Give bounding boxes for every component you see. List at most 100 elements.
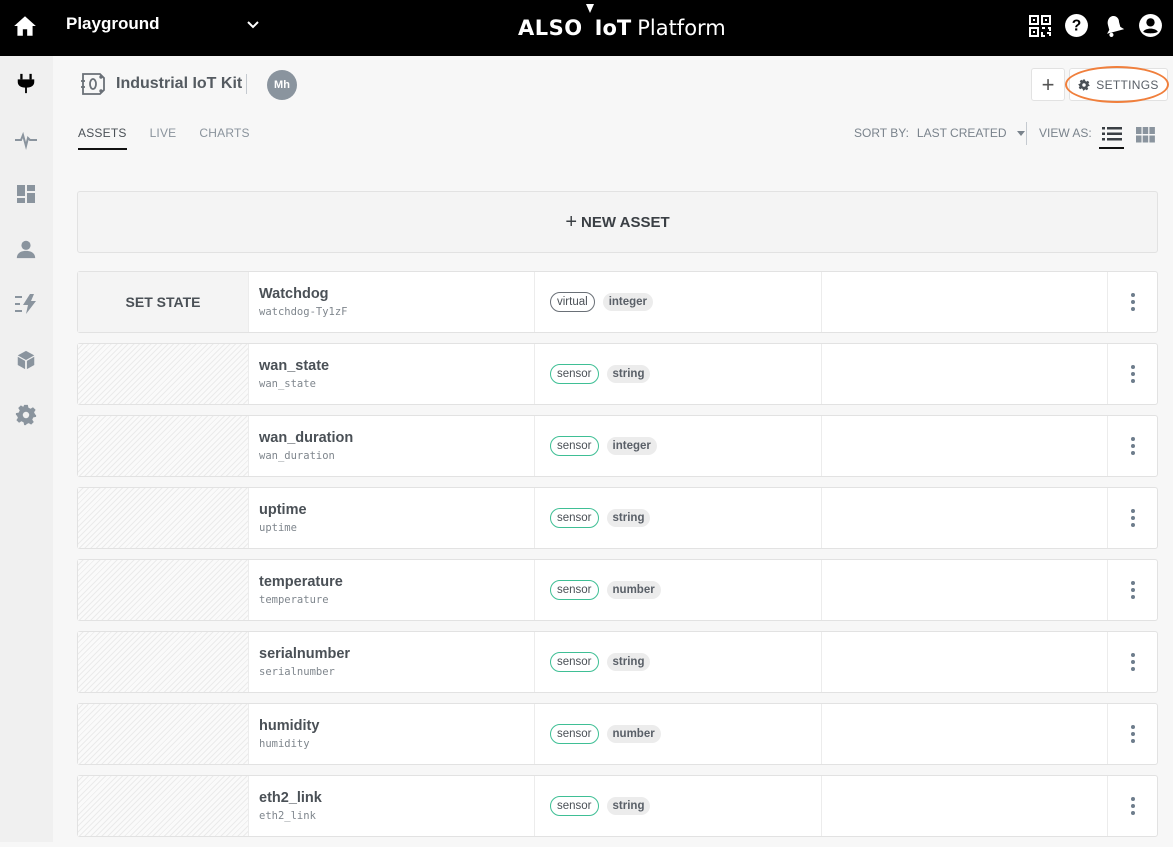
gear-icon xyxy=(15,404,37,426)
sidebar-item-settings[interactable] xyxy=(13,402,39,428)
toolbar-divider xyxy=(1026,122,1027,145)
asset-title: uptime xyxy=(259,502,307,518)
view-as-label: VIEW AS: xyxy=(1039,126,1092,140)
plug-icon xyxy=(17,73,35,94)
asset-name-cell[interactable]: temperature temperature xyxy=(249,560,535,620)
asset-name-cell[interactable]: serialnumber serialnumber xyxy=(249,632,535,692)
help-icon[interactable]: ? xyxy=(1064,13,1089,38)
asset-value-cell xyxy=(822,704,1108,764)
settings-button[interactable]: SETTINGS xyxy=(1069,68,1168,101)
sidebar xyxy=(0,56,53,842)
more-vertical-icon xyxy=(1130,365,1135,383)
tab-live[interactable]: LIVE xyxy=(150,126,177,150)
asset-value-cell xyxy=(822,344,1108,404)
more-vertical-icon xyxy=(1130,653,1135,671)
sidebar-item-users[interactable] xyxy=(13,236,39,262)
settings-label: SETTINGS xyxy=(1096,77,1159,92)
title-divider xyxy=(246,74,247,94)
asset-tags: sensor number xyxy=(535,704,822,764)
project-name[interactable]: Playground xyxy=(66,14,160,34)
device-title: Industrial IoT Kit xyxy=(116,75,243,92)
tab-charts[interactable]: CHARTS xyxy=(199,126,249,150)
asset-row: uptime uptime sensor string xyxy=(77,487,1158,549)
tab-assets[interactable]: ASSETS xyxy=(78,126,127,150)
asset-control-placeholder xyxy=(78,488,249,548)
asset-id: serialnumber xyxy=(259,666,335,678)
asset-name-cell[interactable]: humidity humidity xyxy=(249,704,535,764)
more-options-button[interactable] xyxy=(1108,272,1157,332)
more-vertical-icon xyxy=(1130,437,1135,455)
asset-title: humidity xyxy=(259,718,320,734)
svg-text:?: ? xyxy=(1072,18,1082,35)
asset-name-cell[interactable]: eth2_link eth2_link xyxy=(249,776,535,836)
automation-icon xyxy=(15,294,36,314)
asset-title: temperature xyxy=(259,574,343,590)
sidebar-item-things[interactable] xyxy=(13,347,39,373)
tab-bar: ASSETS LIVE CHARTS xyxy=(78,126,250,150)
owner-avatar[interactable]: Mh xyxy=(267,70,297,100)
asset-control-placeholder xyxy=(78,416,249,476)
new-asset-button[interactable]: + NEW ASSET xyxy=(77,191,1158,253)
caret-down-icon xyxy=(1016,130,1025,136)
asset-type-tag: number xyxy=(606,581,661,599)
gear-icon xyxy=(1078,79,1090,90)
asset-control-placeholder xyxy=(78,632,249,692)
grid-view-button[interactable] xyxy=(1134,124,1156,146)
asset-kind-tag: sensor xyxy=(550,508,599,528)
device-kit-icon xyxy=(80,72,106,96)
asset-type-tag: integer xyxy=(602,293,654,311)
more-options-button[interactable] xyxy=(1108,776,1157,836)
list-view-button[interactable] xyxy=(1099,124,1124,149)
home-icon[interactable] xyxy=(12,13,38,39)
account-icon[interactable] xyxy=(1138,13,1163,38)
notifications-bell-icon[interactable] xyxy=(1101,13,1126,38)
asset-row: SET STATE Watchdog watchdog-Ty1zF virtua… xyxy=(77,271,1158,333)
brand-also: ALSO xyxy=(518,16,583,40)
qr-code-icon[interactable] xyxy=(1027,13,1052,38)
asset-id: watchdog-Ty1zF xyxy=(259,306,348,318)
sort-value: LAST CREATED xyxy=(916,126,1007,140)
brand-logo: ALSO IoT Platform xyxy=(518,4,726,48)
sidebar-item-devices[interactable] xyxy=(13,70,39,96)
sort-control: SORT BY: LAST CREATED xyxy=(854,126,1025,140)
more-options-button[interactable] xyxy=(1108,488,1157,548)
asset-title: serialnumber xyxy=(259,646,351,662)
asset-kind-tag: virtual xyxy=(550,292,595,312)
chevron-down-icon[interactable] xyxy=(245,17,261,33)
asset-name-cell[interactable]: wan_duration wan_duration xyxy=(249,416,535,476)
asset-value-cell xyxy=(822,416,1108,476)
asset-name-cell[interactable]: wan_state wan_state xyxy=(249,344,535,404)
asset-id: uptime xyxy=(259,522,297,534)
sort-dropdown[interactable]: LAST CREATED xyxy=(917,126,1025,140)
more-options-button[interactable] xyxy=(1108,416,1157,476)
sidebar-item-dashboards[interactable] xyxy=(13,181,39,207)
asset-name-cell[interactable]: Watchdog watchdog-Ty1zF xyxy=(249,272,535,332)
asset-value-cell xyxy=(822,632,1108,692)
asset-row: eth2_link eth2_link sensor string xyxy=(77,775,1158,837)
more-options-button[interactable] xyxy=(1108,632,1157,692)
add-button[interactable]: + xyxy=(1031,68,1065,101)
asset-row: serialnumber serialnumber sensor string xyxy=(77,631,1158,693)
more-options-button[interactable] xyxy=(1108,344,1157,404)
asset-type-tag: integer xyxy=(606,437,657,455)
asset-control-placeholder xyxy=(78,704,249,764)
more-vertical-icon xyxy=(1130,293,1135,311)
asset-tags: sensor number xyxy=(535,560,822,620)
user-icon xyxy=(16,240,36,259)
asset-value-cell xyxy=(822,488,1108,548)
more-vertical-icon xyxy=(1130,797,1135,815)
more-vertical-icon xyxy=(1130,725,1135,743)
set-state-button[interactable]: SET STATE xyxy=(78,272,249,332)
more-options-button[interactable] xyxy=(1108,560,1157,620)
asset-kind-tag: sensor xyxy=(550,364,599,384)
more-options-button[interactable] xyxy=(1108,704,1157,764)
asset-name-cell[interactable]: uptime uptime xyxy=(249,488,535,548)
asset-id: temperature xyxy=(259,594,329,606)
asset-type-tag: string xyxy=(606,653,651,671)
sidebar-item-rules[interactable] xyxy=(13,291,39,317)
asset-kind-tag: sensor xyxy=(550,796,599,816)
sidebar-item-activity[interactable] xyxy=(13,127,39,153)
brand-iot: IoT xyxy=(594,16,632,40)
more-vertical-icon xyxy=(1130,509,1135,527)
asset-row: humidity humidity sensor number xyxy=(77,703,1158,765)
